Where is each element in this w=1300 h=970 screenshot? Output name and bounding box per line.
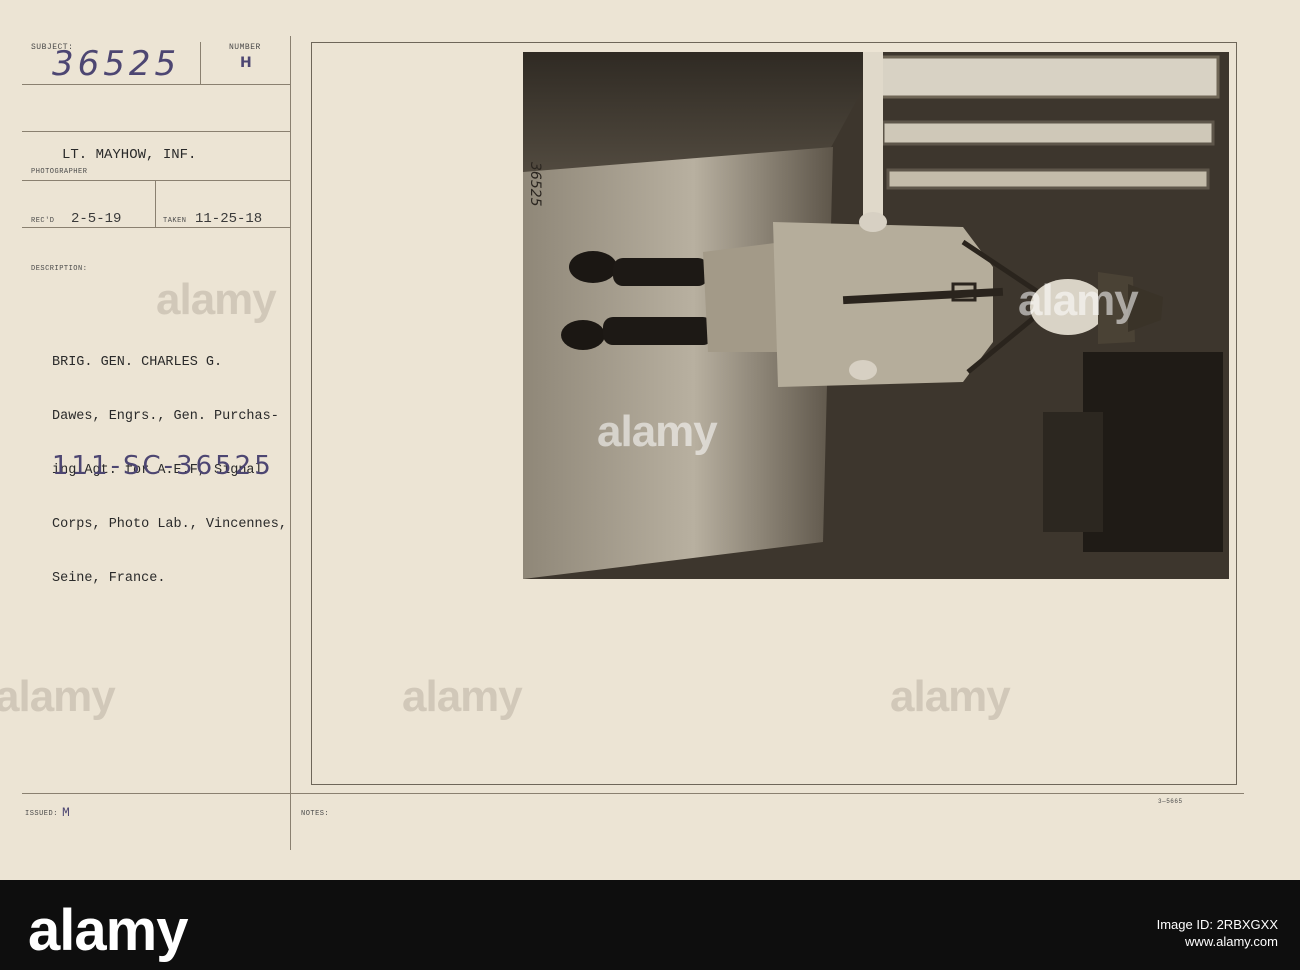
description-line: Dawes, Engrs., Gen. Purchas- — [52, 409, 279, 424]
site-link[interactable]: www.alamy.com — [1157, 933, 1278, 950]
description-line: Seine, France. — [52, 571, 166, 586]
brand-logo[interactable]: alamy — [28, 897, 188, 964]
number-value: H — [240, 55, 252, 71]
watermark: alamy — [890, 672, 1011, 721]
issued-rule — [22, 793, 1244, 794]
blank-rule — [22, 131, 290, 132]
date-divider — [155, 180, 156, 227]
recd-value: 2-5-19 — [71, 211, 122, 227]
photographer-rule — [22, 180, 290, 181]
watermark: alamy — [597, 407, 718, 456]
issued-label: ISSUED: — [25, 810, 58, 818]
notes-label: NOTES: — [301, 810, 330, 818]
description-line: BRIG. GEN. CHARLES G. — [52, 355, 223, 370]
taken-value: 11-25-18 — [195, 211, 263, 227]
photographer-value: LT. MAYHOW, INF. — [62, 147, 197, 163]
catalog-number: 111-SC-36525 — [52, 451, 274, 481]
form-number: 3—5665 — [1158, 798, 1183, 805]
watermark: alamy — [1018, 276, 1139, 325]
date-rule — [22, 227, 290, 228]
subject-divider — [200, 42, 201, 84]
image-info: Image ID: 2RBXGXX www.alamy.com — [1157, 916, 1278, 950]
watermark: alamy — [0, 672, 116, 721]
footer-bar — [0, 880, 1300, 970]
issued-value: M — [62, 805, 70, 820]
taken-label: TAKEN — [163, 217, 187, 225]
description-line: Corps, Photo Lab., Vincennes, — [52, 517, 287, 532]
number-label: NUMBER — [229, 43, 261, 52]
image-id: Image ID: 2RBXGXX — [1156, 917, 1278, 932]
watermark: alamy — [402, 672, 523, 721]
archive-card: SUBJECT: 36525 NUMBER H LT. MAYHOW, INF.… — [0, 0, 1300, 880]
description-label: DESCRIPTION: — [31, 265, 88, 273]
photographer-label: PHOTOGRAPHER — [31, 168, 88, 176]
photo-inscription: 36525 — [527, 162, 543, 207]
recd-label: REC'D — [31, 217, 55, 225]
watermark: alamy — [156, 275, 277, 324]
subject-rule — [22, 84, 290, 85]
subject-value: 36525 — [52, 44, 181, 84]
